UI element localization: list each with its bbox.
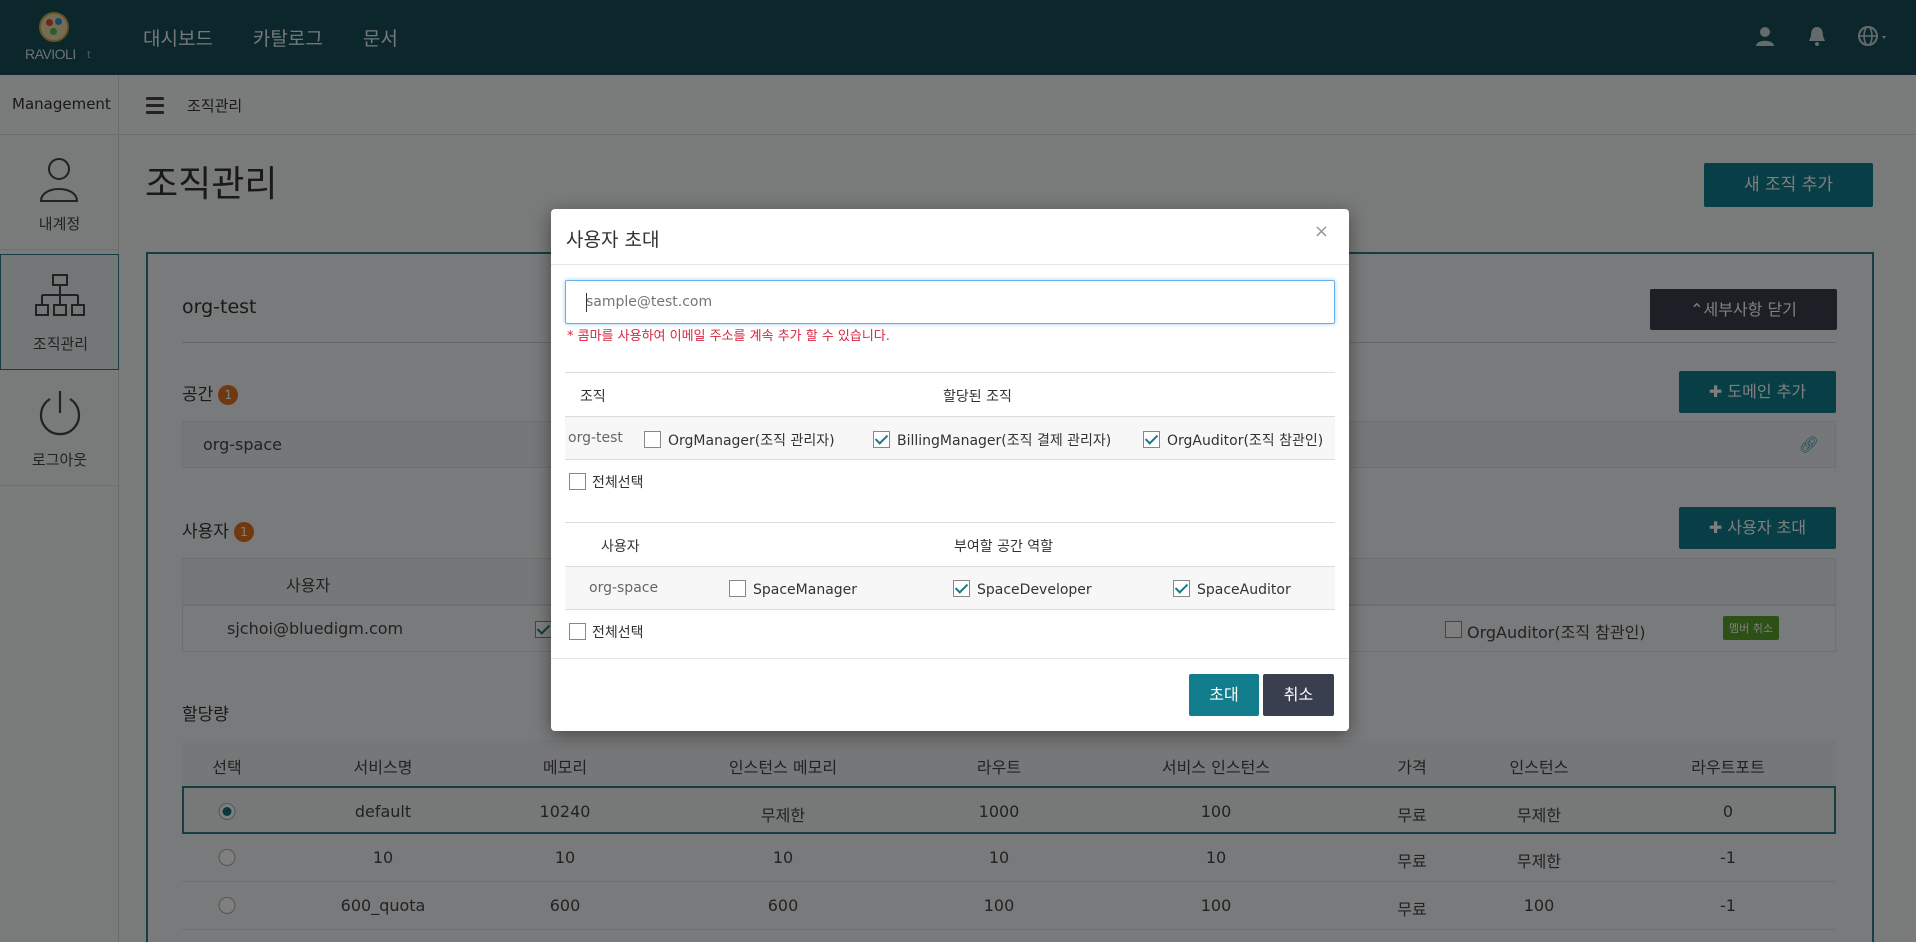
col-assigned-org: 할당된 조직 xyxy=(943,389,1012,405)
space-role-row: org-space SpaceManager SpaceDeveloper Sp… xyxy=(565,566,1335,610)
email-field[interactable] xyxy=(565,280,1335,324)
select-all-checkbox[interactable] xyxy=(569,623,586,640)
col-org: 조직 xyxy=(580,389,606,405)
spaceauditor-option[interactable]: SpaceAuditor xyxy=(1173,580,1291,598)
space-row-name: org-space xyxy=(589,580,659,596)
org-role-row: org-test OrgManager(조직 관리자) BillingManag… xyxy=(565,416,1335,460)
spacedeveloper-checkbox[interactable] xyxy=(953,580,970,597)
spacemanager-option[interactable]: SpaceManager xyxy=(729,580,857,598)
billingmanager-option[interactable]: BillingManager(조직 결제 관리자) xyxy=(873,430,1111,450)
space-select-all[interactable]: 전체선택 xyxy=(569,622,644,642)
spacedeveloper-option[interactable]: SpaceDeveloper xyxy=(953,580,1092,598)
orgauditor-checkbox[interactable] xyxy=(1143,431,1160,448)
billingmanager-checkbox[interactable] xyxy=(873,431,890,448)
email-hint: * 콤마를 사용하여 이메일 주소를 계속 추가 할 수 있습니다. xyxy=(567,329,890,344)
close-icon[interactable]: × xyxy=(1314,221,1329,242)
org-row-name: org-test xyxy=(568,430,623,446)
orgmanager-option[interactable]: OrgManager(조직 관리자) xyxy=(644,430,835,450)
modal-title: 사용자 초대 xyxy=(566,229,660,251)
org-select-all[interactable]: 전체선택 xyxy=(569,472,644,492)
space-role-header: 사용자 부여할 공간 역할 xyxy=(565,522,1335,566)
text-caret xyxy=(586,293,587,312)
divider xyxy=(551,264,1349,265)
spaceauditor-checkbox[interactable] xyxy=(1173,580,1190,597)
spacemanager-checkbox[interactable] xyxy=(729,580,746,597)
org-role-header: 조직 할당된 조직 xyxy=(565,372,1335,416)
invite-button[interactable]: 초대 xyxy=(1189,674,1259,716)
email-input[interactable] xyxy=(566,281,1334,323)
cancel-button[interactable]: 취소 xyxy=(1263,674,1334,716)
orgmanager-checkbox[interactable] xyxy=(644,431,661,448)
col-user: 사용자 xyxy=(601,539,640,555)
col-space-roles: 부여할 공간 역할 xyxy=(954,539,1054,555)
divider xyxy=(551,658,1349,659)
select-all-checkbox[interactable] xyxy=(569,473,586,490)
invite-user-modal: 사용자 초대 × * 콤마를 사용하여 이메일 주소를 계속 추가 할 수 있습… xyxy=(551,209,1349,731)
orgauditor-option[interactable]: OrgAuditor(조직 참관인) xyxy=(1143,430,1323,450)
